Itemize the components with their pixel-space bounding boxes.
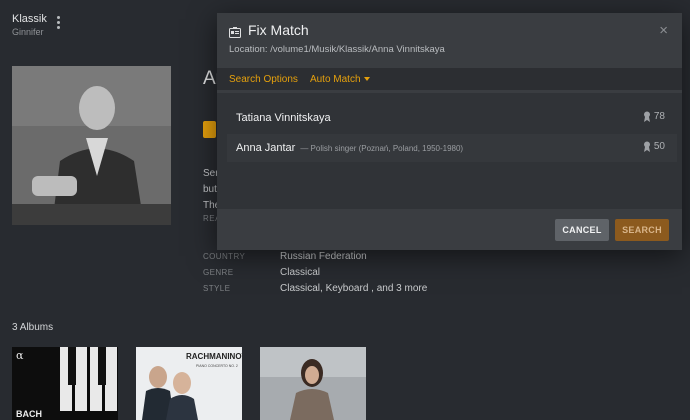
play-button[interactable] [203,121,216,138]
match-score: 78 [643,111,665,122]
meta-row-genre: GENRE Classical [203,264,427,280]
fix-match-dialog: Fix Match × Location: /volume1/Musik/Kla… [217,13,682,250]
album-title-bach: BACH [16,409,42,419]
album-cover[interactable]: RACHMANINOV PIANO CONCERTO NO. 2 [136,347,242,420]
result-name: Anna Jantar [236,142,296,154]
search-button[interactable]: SEARCH [615,219,669,241]
meta-row-style: STYLE Classical, Keyboard , and 3 more [203,280,427,296]
album-title-rachmaninov: RACHMANINOV [186,352,242,361]
artist-photo [12,66,171,225]
album-label-alpha: α [16,349,24,362]
album-cover[interactable]: α BACH [12,347,118,420]
meta-value[interactable]: Classical [280,267,320,278]
dialog-toolbar: Search Options Auto Match [217,68,682,90]
library-header[interactable]: Klassik Ginnifer [12,13,47,38]
match-result[interactable]: Anna Jantar — Polish singer (Poznań, Pol… [227,134,677,162]
meta-value: Russian Federation [280,250,367,262]
meta-key: STYLE [203,283,231,293]
meta-value[interactable]: Classical, Keyboard , and 3 more [280,283,427,294]
meta-row-country: COUNTRY Russian Federation [203,248,427,264]
result-name: Tatiana Vinnitskaya [236,112,331,124]
library-server-name: Ginnifer [12,27,44,37]
album-cover[interactable] [260,347,366,420]
close-icon[interactable]: × [659,22,668,39]
meta-key: COUNTRY [203,251,246,261]
match-result[interactable]: Tatiana Vinnitskaya 78 [227,104,677,132]
dialog-footer: CANCEL SEARCH [217,209,682,250]
album-subtitle: PIANO CONCERTO NO. 2 [196,364,238,368]
match-results-list: Tatiana Vinnitskaya 78 Anna Jantar — Pol… [217,93,682,209]
auto-match-dropdown[interactable]: Auto Match [310,74,370,85]
award-icon [643,111,650,122]
auto-match-label: Auto Match [309,73,361,85]
more-options-icon[interactable] [55,16,61,30]
cancel-button[interactable]: CANCEL [555,219,609,241]
artist-metadata: COUNTRY Russian Federation GENRE Classic… [203,248,427,296]
albums-count-label: 3 Albums [12,322,54,333]
dialog-title: Fix Match [248,22,309,38]
meta-key: GENRE [203,267,234,277]
search-options-link[interactable]: Search Options [229,74,298,85]
match-score-value: 78 [653,111,665,122]
award-icon [643,141,650,152]
match-score-value: 50 [653,141,665,152]
match-score: 50 [643,141,665,152]
caret-down-icon [363,77,370,81]
library-title[interactable]: Klassik [12,13,47,26]
location-path: Location: /volume1/Musik/Klassik/Anna Vi… [229,44,445,55]
match-card-icon [229,25,241,38]
dialog-header: Fix Match × Location: /volume1/Musik/Kla… [217,13,682,66]
result-description: — Polish singer (Poznań, Poland, 1950-19… [300,143,464,153]
